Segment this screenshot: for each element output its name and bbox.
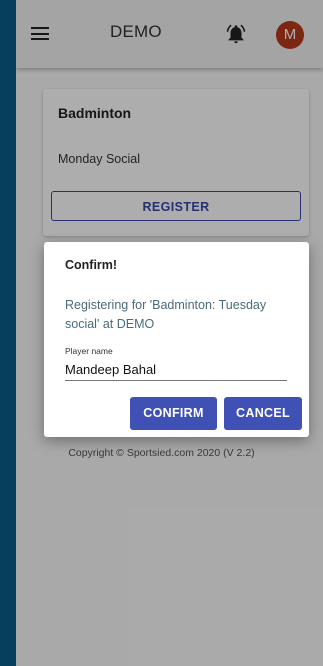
- dialog-message: Registering for 'Badminton: Tuesday soci…: [65, 298, 267, 331]
- confirm-dialog: Confirm! Registering for 'Badminton: Tue…: [44, 242, 309, 437]
- player-name-input[interactable]: [65, 358, 287, 381]
- player-name-label: Player name: [65, 346, 113, 356]
- confirm-button[interactable]: CONFIRM: [130, 397, 217, 430]
- dialog-title: Confirm!: [65, 258, 118, 272]
- cancel-button[interactable]: CANCEL: [224, 397, 302, 430]
